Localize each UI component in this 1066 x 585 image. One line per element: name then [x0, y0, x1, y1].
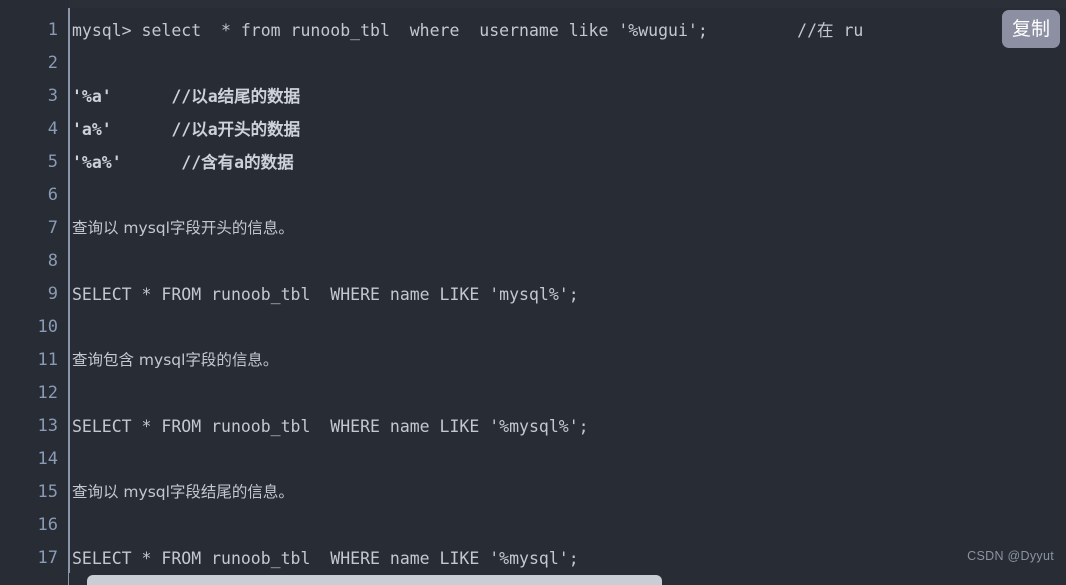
code-line[interactable]: 12	[0, 377, 1066, 410]
line-content: SELECT * FROM runoob_tbl WHERE name LIKE…	[72, 417, 589, 436]
line-number: 14	[37, 449, 58, 469]
line-content: 查询以 mysql字段开头的信息。	[72, 219, 294, 237]
line-content: SELECT * FROM runoob_tbl WHERE name LIKE…	[72, 285, 579, 304]
code-line[interactable]: 2	[0, 47, 1066, 80]
line-number: 6	[47, 185, 58, 205]
line-number: 3	[47, 86, 58, 106]
line-number: 7	[47, 218, 58, 238]
code-line[interactable]: 7 查询以 mysql字段开头的信息。	[0, 212, 1066, 245]
line-number: 2	[47, 53, 58, 73]
line-content: 查询以 mysql字段结尾的信息。	[72, 483, 294, 501]
line-content: SELECT * FROM runoob_tbl WHERE name LIKE…	[72, 549, 579, 568]
code-line[interactable]: 10	[0, 311, 1066, 344]
code-line[interactable]: 3 '%a' //以a结尾的数据	[0, 80, 1066, 113]
code-line[interactable]: 17 SELECT * FROM runoob_tbl WHERE name L…	[0, 542, 1066, 575]
line-number: 13	[37, 416, 58, 436]
line-content: mysql> select * from runoob_tbl where us…	[72, 21, 864, 40]
code-line[interactable]: 16	[0, 509, 1066, 542]
line-number: 11	[37, 350, 58, 370]
code-line[interactable]: 13 SELECT * FROM runoob_tbl WHERE name L…	[0, 410, 1066, 443]
line-number: 12	[37, 383, 58, 403]
line-number: 10	[37, 317, 58, 337]
line-content: '%a%' //含有a的数据	[72, 153, 294, 172]
code-line[interactable]: 5 '%a%' //含有a的数据	[0, 146, 1066, 179]
line-content: 查询包含 mysql字段的信息。	[72, 351, 279, 369]
code-line[interactable]: 4 'a%' //以a开头的数据	[0, 113, 1066, 146]
code-line[interactable]: 15 查询以 mysql字段结尾的信息。	[0, 476, 1066, 509]
code-line[interactable]: 1 mysql> select * from runoob_tbl where …	[0, 14, 1066, 47]
code-line[interactable]: 9 SELECT * FROM runoob_tbl WHERE name LI…	[0, 278, 1066, 311]
line-number: 15	[37, 482, 58, 502]
code-lines: 1 mysql> select * from runoob_tbl where …	[0, 14, 1066, 575]
line-number: 17	[37, 548, 58, 568]
code-line[interactable]: 11 查询包含 mysql字段的信息。	[0, 344, 1066, 377]
line-content: '%a' //以a结尾的数据	[72, 87, 301, 106]
code-line[interactable]: 6	[0, 179, 1066, 212]
horizontal-scrollbar-track[interactable]	[69, 573, 1066, 585]
copy-button[interactable]: 复制	[1002, 10, 1060, 48]
line-number: 8	[47, 251, 58, 271]
watermark-text: CSDN @Dyyut	[967, 549, 1054, 563]
code-line[interactable]: 8	[0, 245, 1066, 278]
line-number: 1	[47, 20, 58, 40]
horizontal-scrollbar-thumb[interactable]	[87, 575, 662, 585]
line-number: 16	[37, 515, 58, 535]
top-edge-strip	[0, 0, 1066, 8]
code-line[interactable]: 14	[0, 443, 1066, 476]
line-content: 'a%' //以a开头的数据	[72, 120, 301, 139]
line-number: 5	[47, 152, 58, 172]
line-number: 9	[47, 284, 58, 304]
code-block: 1 mysql> select * from runoob_tbl where …	[0, 0, 1066, 585]
line-number: 4	[47, 119, 58, 139]
